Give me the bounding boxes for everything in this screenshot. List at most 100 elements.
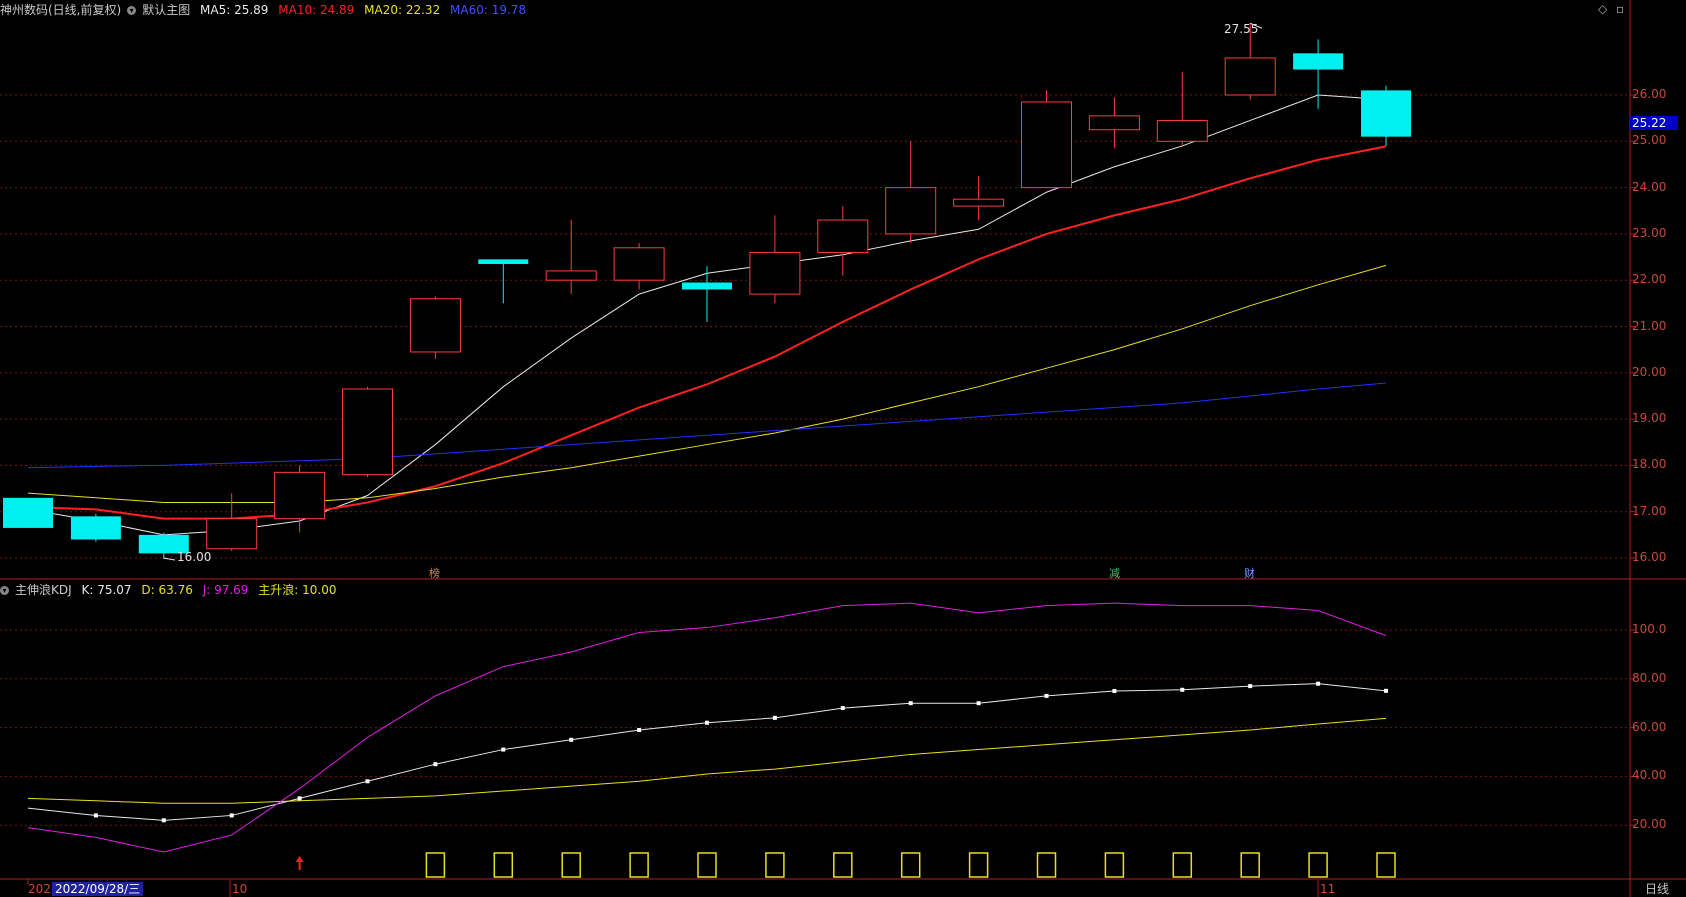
candle-body-up <box>206 518 258 550</box>
ma5-label: MA5: 25.89 <box>200 3 269 17</box>
sub-chart-header: ▾ 主伸浪KDJ K: 75.07 D: 63.76 J: 97.69 主升浪: … <box>0 581 342 598</box>
zsl-box <box>697 852 717 878</box>
k-point <box>908 701 913 706</box>
marker-bang[interactable]: 榜 <box>427 565 442 581</box>
k-point <box>1316 681 1321 686</box>
price-tick-label: 25.00 <box>1632 133 1667 148</box>
candle-body-up <box>545 270 597 281</box>
zsl-box <box>1240 852 1260 878</box>
up-arrow-icon <box>295 856 304 870</box>
candle-body-up <box>749 251 801 295</box>
candle-body-down <box>70 516 121 540</box>
price-tick-label: 17.00 <box>1632 503 1667 518</box>
k-label: K: 75.07 <box>81 583 132 597</box>
zsl-label: 主升浪: 10.00 <box>258 583 337 597</box>
k-point <box>1384 688 1388 693</box>
price-tag: 25.22 <box>1630 116 1679 130</box>
high-annotation: 27.55 <box>1224 22 1259 36</box>
main-chart-header: 神州数码(日线,前复权) ▾ 默认主图 MA5: 25.89 MA10: 24.89… <box>0 1 532 18</box>
k-point <box>976 701 981 706</box>
kdj-tick-label: 80.00 <box>1632 670 1667 685</box>
k-point <box>93 813 98 818</box>
ma20-label: MA20: 22.32 <box>364 3 441 17</box>
kdj-tick-label: 20.00 <box>1632 817 1667 832</box>
k-point <box>433 762 438 767</box>
cursor-date: 2022/09/28/三 <box>52 882 144 896</box>
kdj-tick-label: 40.00 <box>1632 768 1667 783</box>
candle-body-up <box>885 187 937 235</box>
candle-body-up <box>342 388 393 476</box>
k-point <box>297 796 302 801</box>
zsl-box <box>1104 852 1125 878</box>
zsl-box <box>1172 852 1193 878</box>
k-point <box>501 747 506 752</box>
candle-body-up <box>613 247 665 281</box>
price-tick-label: 26.00 <box>1632 87 1667 101</box>
k-point <box>365 779 370 784</box>
dropdown-icon[interactable]: ▾ <box>0 586 9 595</box>
candle-body-up <box>953 198 1005 207</box>
zsl-box <box>493 852 514 878</box>
k-point <box>1180 687 1185 692</box>
zsl-box <box>900 852 921 878</box>
candle-body-up <box>409 298 461 353</box>
diamond-icon[interactable]: ◇ <box>1598 2 1607 16</box>
candle-body-up <box>1021 101 1072 189</box>
zsl-box <box>833 852 853 878</box>
candle-body-down <box>1361 90 1411 137</box>
month-nov: 11 <box>1320 882 1336 896</box>
d-label: D: 63.76 <box>141 583 193 597</box>
k-point <box>1112 689 1117 693</box>
zsl-box <box>1036 852 1057 878</box>
price-tick-label: 19.00 <box>1632 411 1667 426</box>
symbol-title[interactable]: 神州数码(日线,前复权) <box>0 3 121 17</box>
low-annotation: 16.00 <box>177 550 212 564</box>
k-point <box>637 728 642 733</box>
price-tick-label: 16.00 <box>1632 550 1667 564</box>
candle-body-up <box>1224 57 1276 96</box>
ma-line-ma60 <box>27 382 1387 469</box>
k-point <box>161 818 166 823</box>
candle-body-down <box>3 497 53 528</box>
k-point <box>705 720 709 725</box>
zsl-box <box>1376 852 1396 878</box>
period-label[interactable]: 日线 <box>1645 882 1669 896</box>
low-pointer <box>162 557 176 561</box>
j-label: J: 97.69 <box>202 583 249 597</box>
price-tick-label: 20.00 <box>1632 364 1667 379</box>
ma10-label: MA10: 24.89 <box>278 3 355 17</box>
k-point <box>840 706 845 711</box>
k-point <box>569 737 574 742</box>
window-icon[interactable]: ▫ <box>1616 2 1624 16</box>
k-point <box>1044 693 1049 698</box>
zsl-box <box>425 852 446 878</box>
marker-cai[interactable]: 财 <box>1242 565 1257 581</box>
candle-body-up <box>1156 119 1208 142</box>
marker-jian[interactable]: 减 <box>1107 565 1122 581</box>
price-tick-label: 22.00 <box>1632 272 1667 287</box>
k-point <box>1248 684 1253 689</box>
candle-body-down <box>1293 53 1344 70</box>
dropdown-icon[interactable]: ▾ <box>127 6 137 15</box>
price-tick-label: 18.00 <box>1632 457 1667 472</box>
candle-body-up <box>274 471 326 520</box>
candle-body-up <box>1088 115 1140 131</box>
kdj-line-k <box>27 683 1387 821</box>
price-tick-label: 21.00 <box>1632 318 1667 333</box>
kdj-tick-label: 60.00 <box>1632 719 1667 734</box>
candlestick-chart[interactable] <box>0 0 1686 897</box>
sub-indicator-name[interactable]: 主伸浪KDJ <box>15 583 72 597</box>
price-tick-label: 24.00 <box>1632 179 1667 194</box>
zsl-box <box>629 852 649 878</box>
main-indicator-name[interactable]: 默认主图 <box>142 3 190 17</box>
zsl-box <box>765 852 785 878</box>
month-oct: 10 <box>232 882 248 896</box>
chart-stage: 神州数码(日线,前复权) ▾ 默认主图 MA5: 25.89 MA10: 24.89… <box>0 0 1686 897</box>
k-point <box>229 813 234 818</box>
kdj-tick-label: 100.0 <box>1632 622 1667 636</box>
zsl-box <box>1308 852 1328 878</box>
kdj-line-d <box>27 717 1387 804</box>
k-point <box>772 715 777 720</box>
candle-body-down <box>682 282 732 290</box>
ma60-label: MA60: 19.78 <box>450 3 527 17</box>
